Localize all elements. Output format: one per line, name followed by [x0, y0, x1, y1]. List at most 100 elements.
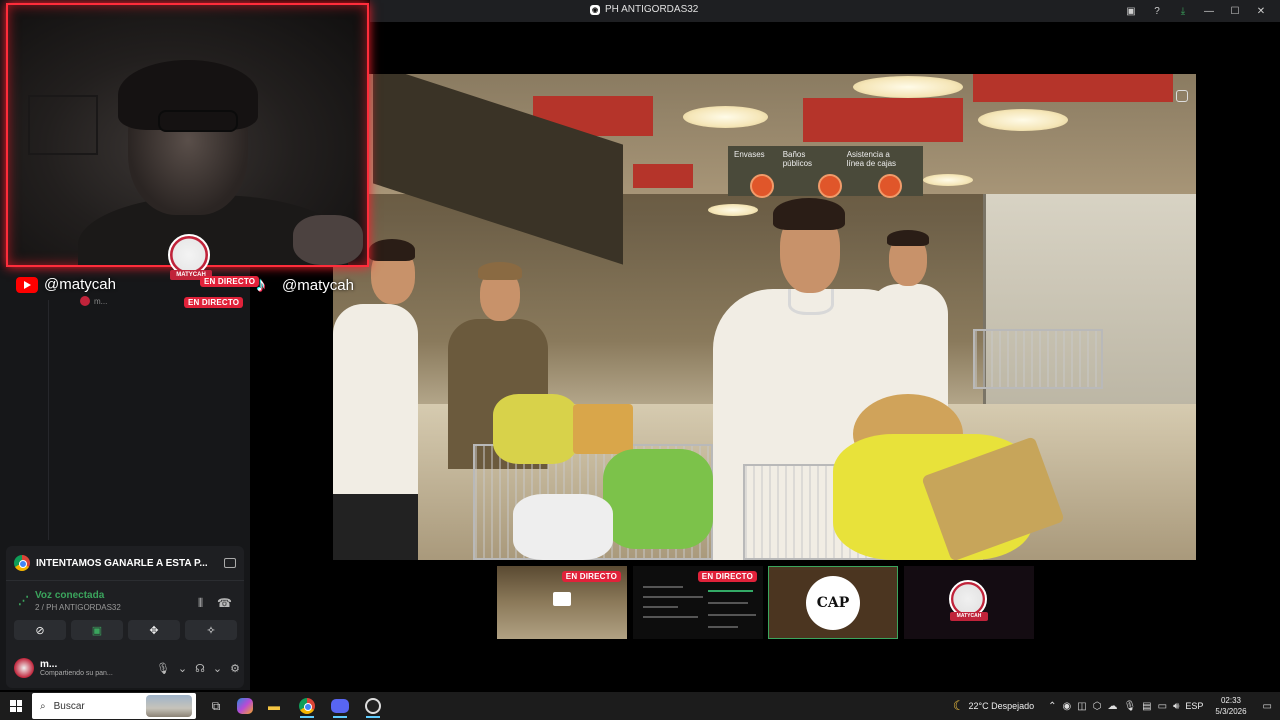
- participant-tile-cap[interactable]: CAP: [768, 566, 898, 639]
- task-view-icon[interactable]: ⧉: [204, 694, 228, 718]
- discord-taskbar-icon[interactable]: [328, 694, 352, 718]
- voice-connection[interactable]: ⋰ Voz conectada 2 / PH ANTIGORDAS32: [18, 590, 121, 612]
- participant-tile-matycah[interactable]: MATYCAH: [904, 566, 1034, 639]
- tray-app-icon[interactable]: ▤: [1142, 701, 1151, 712]
- popout-icon[interactable]: [224, 558, 236, 568]
- youtube-icon: [16, 276, 38, 293]
- wall-frame: [28, 95, 98, 155]
- live-badge: EN DIRECTO: [561, 571, 621, 582]
- window-title: ◉ PH ANTIGORDAS32: [590, 4, 698, 15]
- obs-taskbar-icon[interactable]: [361, 694, 385, 718]
- network-icon[interactable]: ▭: [1158, 701, 1167, 712]
- taskbar-search[interactable]: ⌕ Buscar: [32, 693, 196, 719]
- person-right-hair: [887, 230, 929, 246]
- voice-controls: ⫴ ☎: [198, 596, 232, 611]
- fullscreen-icon[interactable]: [1176, 90, 1188, 102]
- user-name: m...: [40, 659, 58, 670]
- ceiling-lamp: [923, 174, 973, 186]
- stream-thumbnail-store[interactable]: EN DIRECTO: [497, 566, 627, 639]
- weather-widget[interactable]: ☾ 22°C Despejado: [953, 698, 1034, 714]
- main-stream-video[interactable]: Envases Baños públicos Asistencia a líne…: [333, 74, 1196, 560]
- obs-tray-icon[interactable]: ◉: [1063, 701, 1072, 712]
- window-controls: ▣ ? ⤓ — ☐ ✕: [1118, 2, 1274, 20]
- user-status: Compartiendo su pan...: [40, 670, 113, 677]
- stream-thumbnail-code[interactable]: EN DIRECTO: [633, 566, 763, 639]
- glasses: [158, 110, 238, 132]
- help-icon[interactable]: ?: [1144, 2, 1170, 20]
- box: [573, 404, 633, 454]
- tiktok-handle: ♪ @matycah: [256, 274, 354, 296]
- copilot-icon[interactable]: [237, 698, 253, 714]
- windows-taskbar: ⌕ Buscar ⧉ ▬ ☾ 22°C Despejado ⌃ ◉ ◫ ⬡ ☁ …: [0, 692, 1280, 720]
- activity-row[interactable]: INTENTAMOS GANARLE A ESTA P...: [14, 554, 236, 572]
- user-avatar: [14, 658, 34, 678]
- tray-app-icon[interactable]: ⬡: [1093, 701, 1102, 712]
- download-icon[interactable]: ⤓: [1170, 2, 1196, 20]
- parked-carts: [973, 329, 1103, 389]
- matycah-logo: MATYCAH: [949, 579, 989, 626]
- ceiling-panel: [803, 98, 963, 142]
- microphone-tray-icon[interactable]: 🎙︎: [1123, 701, 1136, 712]
- maximize-button[interactable]: ☐: [1222, 2, 1248, 20]
- soundboard-button[interactable]: ✧: [185, 620, 237, 640]
- chevron-down-icon[interactable]: ⌄: [178, 662, 187, 675]
- disconnect-icon[interactable]: ☎: [217, 596, 232, 611]
- person-brown-hair: [478, 262, 522, 280]
- window-title-text: PH ANTIGORDAS32: [605, 4, 699, 15]
- yellow-bag: [493, 394, 578, 464]
- close-button[interactable]: ✕: [1248, 2, 1274, 20]
- ceiling-lamp: [683, 106, 768, 128]
- window-titlebar: ◉ PH ANTIGORDAS32 ▣ ? ⤓ — ☐ ✕: [370, 0, 1280, 22]
- microphone-icon[interactable]: 🎙︎: [156, 662, 170, 675]
- tray-app-icon[interactable]: ◫: [1077, 701, 1086, 712]
- headphones-icon[interactable]: ☊: [195, 662, 205, 675]
- notifications-icon[interactable]: ▭: [1263, 701, 1272, 712]
- person-left: [333, 304, 418, 504]
- start-button[interactable]: [0, 692, 32, 720]
- file-explorer-icon[interactable]: ▬: [262, 694, 286, 718]
- chevron-down-icon[interactable]: ⌄: [213, 662, 222, 675]
- language-indicator[interactable]: ESP: [1185, 701, 1203, 711]
- voice-channel: 2 / PH ANTIGORDAS32: [35, 603, 121, 612]
- sidebar-divider: [48, 300, 49, 540]
- clock-date: 5/3/2026: [1215, 707, 1247, 716]
- voice-panel: INTENTAMOS GANARLE A ESTA P... ⋰ Voz con…: [6, 546, 244, 688]
- minimize-button[interactable]: —: [1196, 2, 1222, 20]
- ceiling-panel: [633, 164, 693, 188]
- logo-ribbon: MATYCAH: [950, 611, 988, 621]
- ceiling-lamp: [853, 76, 963, 98]
- settings-gear-icon[interactable]: ⚙: [230, 662, 240, 675]
- system-tray: ☾ 22°C Despejado ⌃ ◉ ◫ ⬡ ☁ 🎙︎ ▤ ▭ 🔊︎ ESP…: [953, 692, 1280, 720]
- moon-icon: ☾: [952, 698, 965, 713]
- live-badge: EN DIRECTO: [697, 571, 757, 582]
- cap-logo: CAP: [806, 575, 860, 630]
- green-bag: [603, 449, 713, 549]
- youtube-handle-text: @matycah: [44, 276, 116, 293]
- ceiling-lamp: [708, 204, 758, 216]
- person-center-hair: [773, 198, 845, 230]
- noise-suppression-icon[interactable]: ⫴: [198, 596, 203, 611]
- code-line: [643, 596, 703, 598]
- camera-off-button[interactable]: ⊘: [14, 620, 66, 640]
- chrome-taskbar-icon[interactable]: [295, 694, 319, 718]
- activities-button[interactable]: ✥: [128, 620, 180, 640]
- clock[interactable]: 02:33 5/3/2026: [1215, 695, 1246, 717]
- person-left-pants: [333, 494, 418, 560]
- chrome-icon: [14, 555, 30, 571]
- sign-icon: [878, 174, 902, 198]
- inbox-icon[interactable]: ▣: [1118, 2, 1144, 20]
- screen-share-button[interactable]: ▣: [71, 620, 123, 640]
- person-left-hair: [369, 239, 415, 261]
- tiktok-handle-text: @matycah: [282, 276, 354, 294]
- code-line: [643, 616, 698, 618]
- cloud-icon[interactable]: ☁: [1107, 701, 1117, 712]
- chevron-up-icon[interactable]: ⌃: [1048, 701, 1056, 712]
- user-area[interactable]: m... Compartiendo su pan... 🎙︎ ⌄ ☊ ⌄ ⚙: [14, 654, 240, 682]
- live-badge: EN DIRECTO: [184, 297, 244, 308]
- sign-icon: [750, 174, 774, 198]
- search-placeholder: Buscar: [53, 700, 85, 712]
- volume-icon[interactable]: 🔊︎: [1173, 701, 1179, 712]
- voice-user[interactable]: m...: [80, 296, 107, 306]
- windows-icon: [10, 700, 22, 712]
- code-line: [643, 586, 683, 588]
